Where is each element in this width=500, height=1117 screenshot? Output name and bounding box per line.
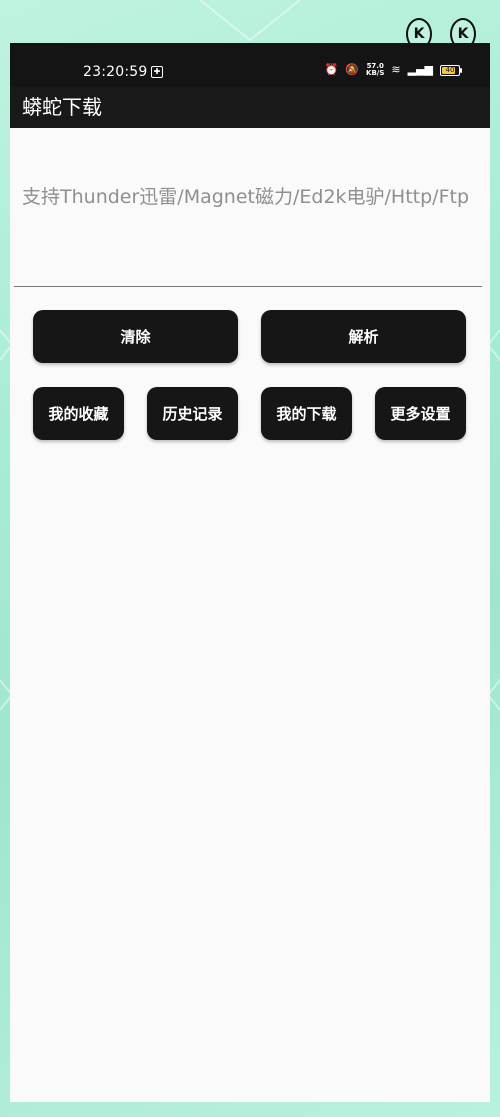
clear-button[interactable]: 清除 xyxy=(33,310,238,363)
network-speed: 57.0 KB/S xyxy=(366,62,385,77)
link-input[interactable] xyxy=(14,183,482,287)
phone-screen: 23:20:59 ✚ ⏰ 🔕 57.0KB/S ≋ ▂▄▆ 40 蟒蛇下载 清除… xyxy=(10,43,490,1102)
status-bar: 23:20:59 ✚ ⏰ 🔕 57.0 KB/S ≋ ▂▄▆ 40 xyxy=(10,43,490,87)
app-bar: 蟒蛇下载 xyxy=(10,87,490,128)
mute-icon: 🔕 xyxy=(345,63,360,76)
app-title: 蟒蛇下载 xyxy=(22,95,102,119)
downloads-button[interactable]: 我的下载 xyxy=(261,387,352,440)
favorites-button[interactable]: 我的收藏 xyxy=(33,387,124,440)
history-button[interactable]: 历史记录 xyxy=(147,387,238,440)
status-icons: ⏰ 🔕 57.0 KB/S ≋ ▂▄▆ 40 xyxy=(324,62,462,77)
alarm-icon: ⏰ xyxy=(324,63,339,76)
parse-button[interactable]: 解析 xyxy=(261,310,466,363)
wifi-icon: ≋ xyxy=(391,63,401,76)
signal-icon: ▂▄▆ xyxy=(407,63,433,76)
notification-icon: ✚ xyxy=(151,66,163,78)
status-time: 23:20:59 xyxy=(83,64,148,80)
battery-icon: 40 xyxy=(440,64,462,76)
settings-button[interactable]: 更多设置 xyxy=(375,387,466,440)
